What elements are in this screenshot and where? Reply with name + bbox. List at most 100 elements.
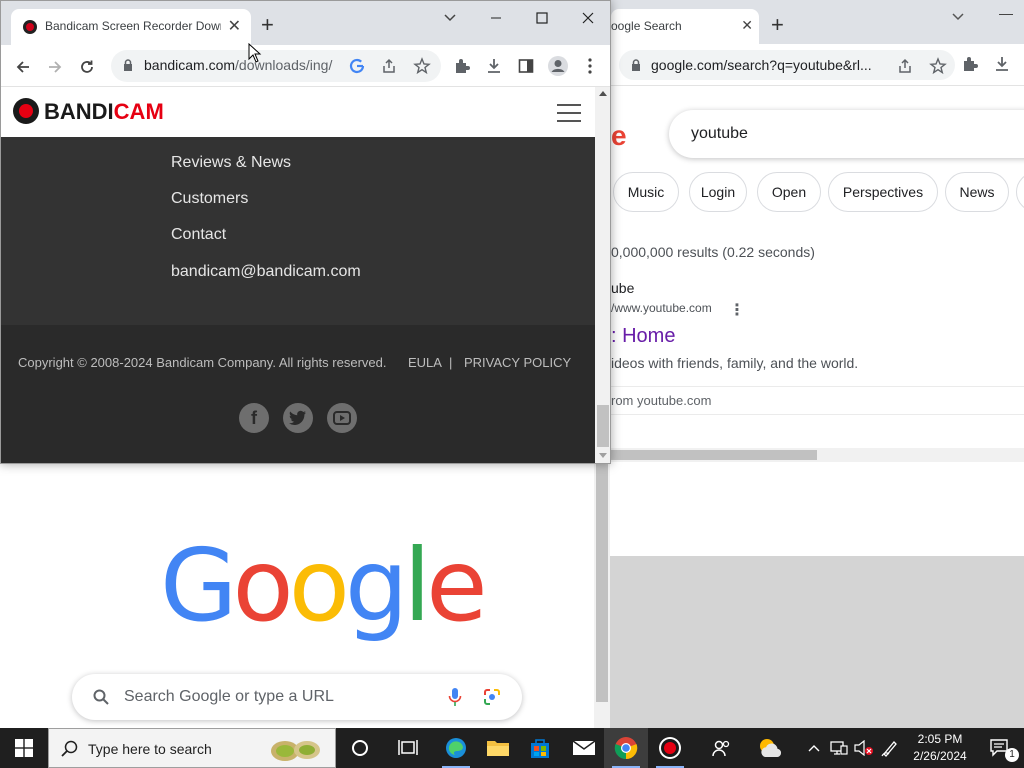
microphone-icon[interactable] [448, 687, 462, 707]
footer-links: Reviews & News Customers Contact bandica… [1, 137, 595, 325]
pen-icon [881, 741, 897, 757]
microsoft-store-taskbar-icon[interactable] [518, 728, 562, 768]
edge-icon [446, 738, 466, 758]
mail-taskbar-icon[interactable] [562, 728, 606, 768]
tab-bandicam[interactable]: Bandicam Screen Recorder Down ✕ [11, 9, 251, 45]
network-button[interactable] [826, 728, 852, 768]
profile-button[interactable] [546, 54, 570, 78]
share-icon[interactable] [897, 57, 915, 75]
hamburger-menu-icon[interactable] [557, 104, 581, 122]
result-site-name[interactable]: ube [611, 280, 634, 296]
link-customers[interactable]: Customers [171, 190, 248, 208]
task-view-button[interactable] [386, 728, 430, 768]
scrollbar-thumb[interactable] [611, 450, 817, 460]
weather-cloud-sun-icon [760, 739, 782, 757]
maximize-button[interactable] [519, 3, 565, 33]
tab-search-button[interactable] [427, 3, 473, 33]
address-bar[interactable]: google.com/search?q=youtube&rl... [619, 50, 955, 80]
back-button[interactable] [9, 53, 37, 81]
youtube-icon[interactable] [327, 403, 357, 433]
chip-more[interactable] [1016, 172, 1024, 212]
logo-letter: g [344, 527, 409, 644]
new-tab-icon[interactable]: + [771, 12, 784, 38]
tab-google-search[interactable]: oogle Search ✕ [611, 9, 759, 44]
vertical-scrollbar[interactable] [595, 87, 610, 463]
google-translate-icon[interactable] [349, 58, 365, 74]
menu-button[interactable] [578, 54, 602, 78]
windows-logo-icon [15, 739, 33, 757]
close-window-button[interactable] [565, 3, 610, 33]
close-tab-icon[interactable]: ✕ [228, 16, 241, 36]
bandicam-taskbar-icon[interactable] [648, 728, 692, 768]
browser-toolbar: google.com/search?q=youtube&rl... [611, 44, 1024, 86]
new-tab-icon[interactable]: + [261, 12, 274, 38]
action-center-button[interactable]: 1 [978, 728, 1022, 768]
mouse-cursor-icon [248, 43, 262, 63]
close-tab-icon[interactable]: ✕ [741, 17, 753, 34]
vertical-scrollbar[interactable] [594, 462, 610, 728]
scrollbar-thumb[interactable] [597, 405, 609, 447]
chip-open[interactable]: Open [757, 172, 821, 212]
edge-taskbar-icon[interactable] [434, 728, 478, 768]
extensions-button[interactable] [450, 54, 474, 78]
downloads-button[interactable] [482, 54, 506, 78]
chrome-taskbar-icon[interactable] [604, 728, 648, 768]
link-contact[interactable]: Contact [171, 226, 226, 244]
reload-button[interactable] [73, 53, 101, 81]
reload-icon [81, 60, 93, 73]
scrollbar-thumb[interactable] [596, 462, 608, 702]
extensions-icon[interactable] [961, 55, 979, 73]
file-explorer-taskbar-icon[interactable] [476, 728, 520, 768]
google-lens-icon[interactable] [482, 687, 502, 707]
cortana-button[interactable] [338, 728, 382, 768]
link-reviews-news[interactable]: Reviews & News [171, 154, 291, 172]
chevron-down-icon[interactable] [951, 10, 965, 24]
minimize-icon[interactable] [999, 14, 1013, 15]
lock-icon[interactable] [123, 59, 133, 71]
horizontal-scrollbar[interactable] [611, 448, 1024, 462]
google-logo-fragment[interactable]: e [611, 120, 627, 152]
scroll-up-arrow-icon[interactable] [599, 91, 607, 96]
side-panel-button[interactable] [514, 54, 538, 78]
volume-button[interactable] [852, 728, 876, 768]
menu-line [557, 112, 581, 114]
link-email[interactable]: bandicam@bandicam.com [171, 263, 361, 281]
twitter-icon[interactable] [283, 403, 313, 433]
chip-news[interactable]: News [945, 172, 1009, 212]
forward-button[interactable] [41, 53, 69, 81]
bookmark-star-icon[interactable] [413, 57, 431, 75]
privacy-policy-link[interactable]: PRIVACY POLICY [464, 355, 571, 370]
result-title-link[interactable]: : Home [611, 325, 675, 348]
facebook-icon[interactable]: f [239, 403, 269, 433]
clock[interactable]: 2:05 PM 2/26/2024 [904, 731, 976, 765]
bandicam-icon [659, 737, 681, 759]
show-hidden-icons-button[interactable] [804, 728, 824, 768]
eula-link[interactable]: EULA [408, 355, 442, 370]
minimize-button[interactable] [473, 3, 519, 33]
chip-login[interactable]: Login [689, 172, 747, 212]
new-tab-search-box[interactable]: Search Google or type a URL [72, 674, 522, 720]
bookmark-star-icon[interactable] [929, 57, 947, 75]
more-options-icon[interactable]: ⋮ [729, 300, 745, 320]
address-bar[interactable]: bandicam.com/downloads/ing/ [111, 50, 441, 82]
youtube-play-glyph [333, 411, 351, 425]
bandicam-logo[interactable]: BANDICAM [44, 99, 164, 125]
google-search-window: oogle Search ✕ + google.com/search?q=you… [610, 0, 1024, 464]
notification-badge: 1 [1005, 748, 1019, 762]
scroll-down-arrow-icon[interactable] [599, 453, 607, 458]
start-button[interactable] [0, 728, 48, 768]
more-from-link[interactable]: rom youtube.com [611, 393, 711, 408]
share-icon[interactable] [381, 57, 399, 75]
search-box[interactable]: youtube [669, 110, 1024, 158]
weather-button[interactable] [748, 728, 792, 768]
logo-letter: e [426, 527, 487, 644]
chip-music[interactable]: Music [613, 172, 679, 212]
bandicam-logo-icon[interactable] [13, 98, 39, 124]
result-url[interactable]: /www.youtube.com [611, 301, 712, 315]
people-button[interactable] [700, 728, 744, 768]
download-icon[interactable] [993, 55, 1011, 73]
taskbar-search-box[interactable]: Type here to search [48, 728, 336, 768]
pen-workspace-button[interactable] [878, 728, 902, 768]
chip-perspectives[interactable]: Perspectives [828, 172, 938, 212]
maximize-icon [536, 12, 548, 24]
